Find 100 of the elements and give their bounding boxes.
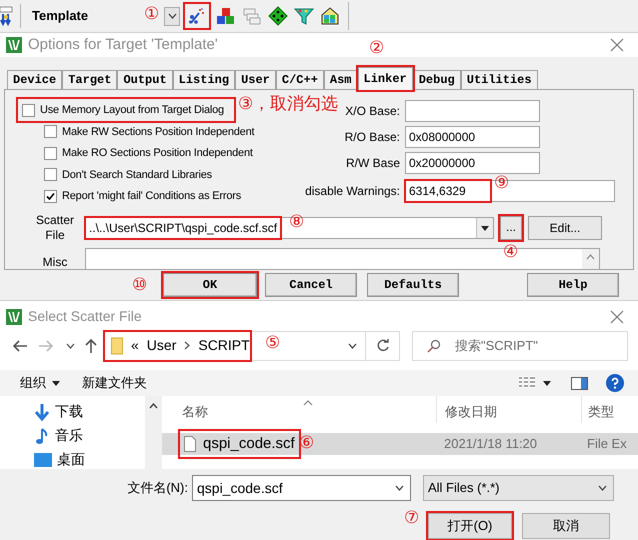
field-label: disable Warnings:: [305, 183, 400, 200]
nav-item[interactable]: 桌面: [34, 449, 145, 470]
window-title: Options for Target 'Template': [28, 34, 218, 55]
annotation: ①: [144, 6, 160, 23]
caret-icon: [52, 380, 60, 386]
dialog-button[interactable]: Cancel: [265, 273, 357, 297]
annotation: ④: [503, 244, 518, 261]
annotation: ③，取消勾选: [238, 96, 338, 113]
browse-button[interactable]: ...: [500, 216, 522, 240]
tab[interactable]: Linker: [358, 67, 413, 90]
folder-icon: [111, 336, 123, 355]
dialog-button[interactable]: OK: [163, 273, 257, 297]
preview-pane-icon[interactable]: [571, 376, 588, 390]
view-button[interactable]: [519, 377, 551, 390]
tab[interactable]: Asm: [324, 70, 358, 89]
column-header[interactable]: 类型: [581, 396, 638, 423]
checkbox[interactable]: [44, 190, 57, 203]
checkbox[interactable]: [44, 168, 57, 182]
field-label: X/O Base:: [345, 103, 400, 120]
help-icon[interactable]: [606, 374, 624, 392]
annotation: ⑧: [289, 214, 304, 231]
checkbox-label: Use Memory Layout from Target Dialog: [40, 102, 224, 118]
wand-icon: [188, 7, 206, 25]
annotation: ⑥: [299, 435, 314, 452]
app-icon: [6, 308, 22, 325]
chevron-icon: [184, 341, 190, 350]
annotation: ②: [369, 40, 384, 57]
field-label: R/W Base: [346, 155, 400, 172]
dialog-button[interactable]: 打开(O): [428, 513, 512, 539]
diamond-icon[interactable]: [268, 6, 288, 26]
field-label: R/O Base:: [344, 129, 400, 146]
breadcrumb-item[interactable]: User: [146, 335, 176, 356]
column-header[interactable]: 名称: [162, 396, 436, 423]
tab[interactable]: Listing: [172, 70, 236, 89]
dropdown-icon: [395, 485, 404, 491]
tab[interactable]: Utilities: [460, 70, 538, 89]
dropdown-icon[interactable]: [348, 342, 357, 349]
checkbox[interactable]: [44, 146, 57, 160]
caret-icon: [168, 13, 176, 19]
toolbar-command[interactable]: 新建文件夹: [82, 373, 147, 393]
tab[interactable]: Device: [7, 70, 62, 89]
sort-caret-icon: [303, 400, 313, 406]
search-icon: [427, 338, 441, 353]
column-header[interactable]: 修改日期: [436, 396, 581, 423]
checkbox-label: Make RO Sections Position Independent: [62, 146, 253, 161]
scroll-up-icon: [149, 403, 158, 409]
address-field[interactable]: [405, 100, 540, 122]
checkbox[interactable]: [22, 104, 35, 116]
field-label: 文件名(N):: [126, 479, 189, 498]
file-name: qspi_code.scf: [203, 434, 295, 454]
address-field[interactable]: 0x08000000: [405, 126, 540, 148]
file-icon: [184, 436, 196, 452]
target-dropdown[interactable]: [164, 6, 180, 26]
tab[interactable]: Output: [117, 70, 173, 89]
blocks-icon[interactable]: [216, 7, 236, 25]
nav-item[interactable]: 音乐: [34, 425, 145, 446]
up-icon[interactable]: [84, 338, 98, 354]
scroll-up-icon[interactable]: [586, 254, 595, 260]
close-icon[interactable]: [610, 310, 624, 324]
back-icon[interactable]: [12, 338, 28, 353]
download-icon: [34, 402, 50, 420]
breadcrumb-item[interactable]: SCRIPT: [198, 335, 250, 356]
dialog-button[interactable]: 取消: [522, 513, 610, 539]
dropdown-icon: [598, 485, 607, 491]
annotation: ⑩: [132, 277, 148, 294]
options-button[interactable]: [185, 4, 209, 28]
app-icon: [6, 37, 22, 53]
breadcrumb-overflow[interactable]: «: [131, 335, 139, 356]
dialog-button[interactable]: Help: [527, 273, 619, 297]
search-field[interactable]: 搜索"SCRIPT": [412, 330, 628, 361]
dropdown-icon[interactable]: [481, 226, 489, 230]
close-icon[interactable]: [610, 38, 624, 52]
load-icon[interactable]: [0, 5, 14, 27]
checkbox[interactable]: [44, 125, 57, 138]
check-icon: [46, 192, 55, 201]
recent-caret-icon[interactable]: [66, 342, 75, 349]
window-title: Select Scatter File: [28, 307, 142, 326]
funnel-icon[interactable]: [294, 6, 314, 26]
file-type-dropdown[interactable]: All Files (*.*): [423, 475, 614, 501]
target-name: Template: [32, 7, 88, 26]
house-grid-icon[interactable]: [320, 6, 340, 26]
refresh-icon: [376, 338, 390, 353]
tab[interactable]: C/C++: [276, 70, 324, 89]
monitor-icon: [34, 452, 52, 466]
music-note-icon: [34, 426, 50, 444]
edit-button[interactable]: Edit...: [528, 216, 602, 240]
refresh-button[interactable]: [366, 330, 400, 361]
toolbar-command[interactable]: 组织: [20, 373, 60, 393]
address-field[interactable]: 0x20000000: [405, 152, 540, 174]
tab[interactable]: User: [235, 70, 276, 89]
checkbox-label: Report 'might fail' Conditions as Errors: [62, 189, 241, 204]
dialog-button[interactable]: Defaults: [367, 273, 459, 297]
tab[interactable]: Target: [62, 70, 118, 89]
nav-item[interactable]: 下载: [34, 401, 145, 422]
file-name-field[interactable]: qspi_code.scf: [192, 475, 411, 501]
file-date: 2021/1/18 11:20: [443, 435, 538, 454]
annotation: ⑤: [265, 335, 280, 352]
field-label: Misc: [42, 254, 68, 269]
tab[interactable]: Debug: [412, 70, 461, 89]
list-view-icon: [519, 377, 535, 390]
